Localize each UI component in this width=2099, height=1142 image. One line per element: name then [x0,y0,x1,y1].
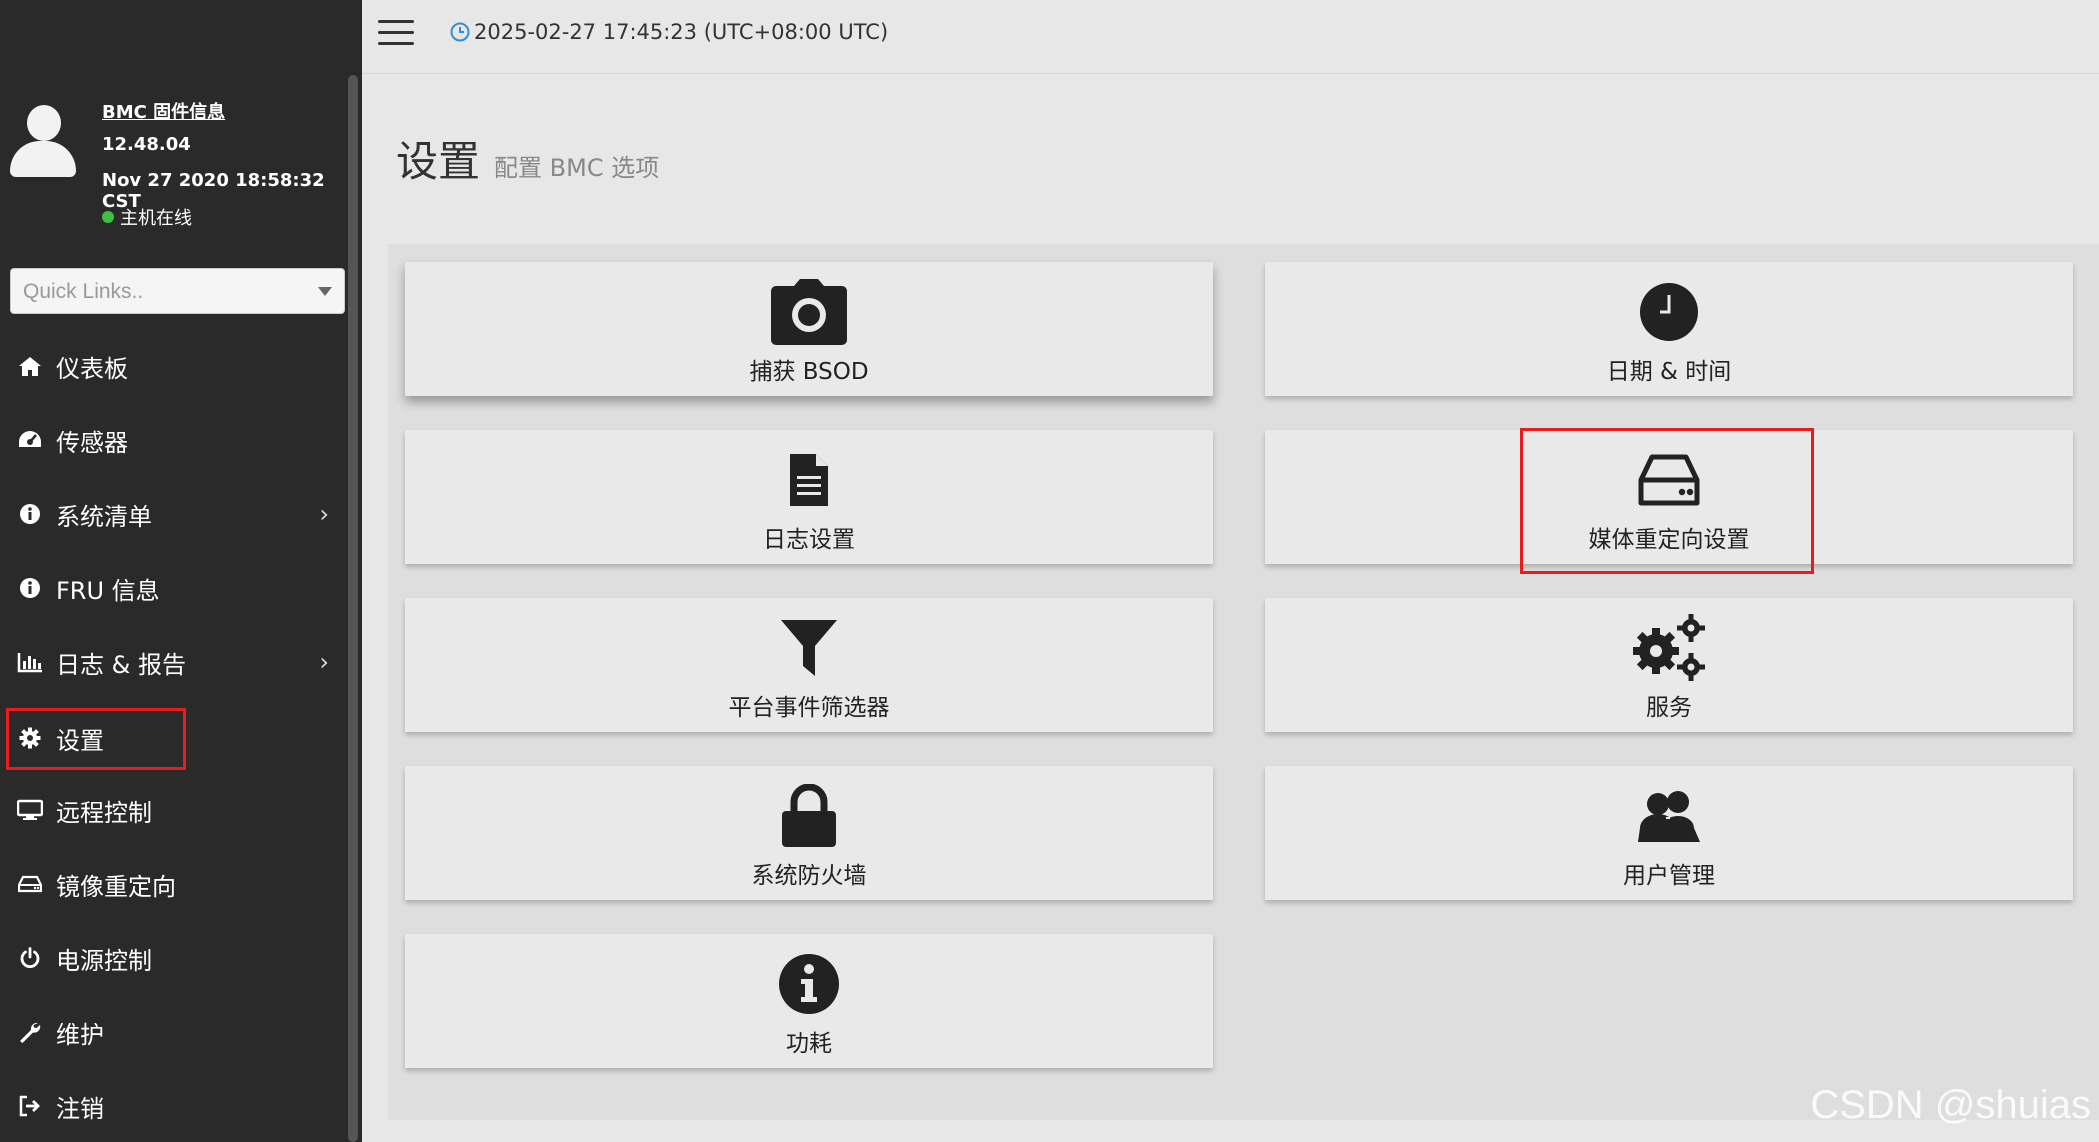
sidebar-item-label: 日志 & 报告 [56,650,186,679]
camera-icon [770,276,848,348]
tile-platform-event-filter[interactable]: 平台事件筛选器 [405,598,1213,732]
server-datetime: 2025-02-27 17:45:23 (UTC+08:00 UTC) [450,20,888,44]
sidebar-item-label: 电源控制 [56,946,152,975]
sidebar-item-remote-control[interactable]: 远程控制 [0,780,345,840]
tile-system-firewall[interactable]: 系统防火墙 [405,766,1213,900]
datetime-text: 2025-02-27 17:45:23 (UTC+08:00 UTC) [474,20,889,44]
tile-power-consumption[interactable]: 功耗 [405,934,1213,1068]
quick-links-placeholder: Quick Links.. [23,280,144,303]
sidebar-item-logs-reports[interactable]: 日志 & 报告 › [0,632,345,692]
filter-icon [780,612,838,684]
sidebar-item-label: 镜像重定向 [56,872,176,901]
bmc-web-ui: BMC 固件信息 12.48.04 Nov 27 2020 18:58:32 C… [0,0,2099,1142]
tile-label: 日期 & 时间 [1606,359,1732,385]
tile-label: 用户管理 [1623,863,1715,889]
file-text-icon [788,444,830,516]
firmware-info-panel: BMC 固件信息 12.48.04 Nov 27 2020 18:58:32 C… [0,90,345,240]
settings-panel: 捕获 BSOD 日期 & 时间 日志设置 媒体重定向设置 平台事件筛选器 服务 … [388,244,2099,1120]
hamburger-icon[interactable] [378,20,414,46]
monitor-icon [16,796,44,824]
tile-label: 日志设置 [763,527,855,553]
clock-icon [450,22,470,42]
sidebar-item-logout[interactable]: 注销 [0,1076,345,1136]
bar-chart-icon [16,648,44,676]
chevron-right-icon: › [319,500,329,528]
sidebar-item-settings[interactable]: 设置 [0,708,345,770]
sidebar-item-sensors[interactable]: 传感器 [0,410,345,470]
users-icon [1636,780,1702,852]
chevron-right-icon: › [319,648,329,676]
tile-label: 服务 [1646,695,1692,721]
chevron-down-icon [318,287,332,296]
hdd-icon [16,870,44,898]
clock-icon [1639,276,1699,348]
page-subtitle: 配置 BMC 选项 [494,154,660,182]
gear-icon [16,724,44,752]
page-header: 设置 配置 BMC 选项 [396,128,659,189]
info-icon [16,574,44,602]
sidebar-item-power-control[interactable]: 电源控制 [0,928,345,988]
sidebar-item-label: FRU 信息 [56,576,160,605]
tile-media-redirection-settings[interactable]: 媒体重定向设置 [1265,428,2073,574]
sidebar-item-image-redirection[interactable]: 镜像重定向 [0,854,345,914]
sidebar-item-label: 系统清单 [56,502,152,531]
lock-icon [781,780,837,852]
sidebar-item-label: 远程控制 [56,798,152,827]
quick-links-select[interactable]: Quick Links.. [10,268,345,314]
tile-label: 媒体重定向设置 [1588,527,1750,553]
sign-out-icon [16,1092,44,1120]
tile-capture-bsod[interactable]: 捕获 BSOD [405,262,1213,396]
wrench-icon [16,1018,44,1046]
tile-label: 系统防火墙 [751,863,867,889]
host-status-label: 主机在线 [120,208,192,229]
sidebar-item-fru-info[interactable]: FRU 信息 [0,558,345,618]
power-icon [16,944,44,972]
sidebar-item-dashboard[interactable]: 仪表板 [0,336,345,396]
top-bar: 2025-02-27 17:45:23 (UTC+08:00 UTC) [362,0,2099,74]
host-status: 主机在线 [102,204,192,230]
sidebar-item-maintenance[interactable]: 维护 [0,1002,345,1062]
tile-label: 功耗 [786,1031,832,1057]
sidebar-item-system-inventory[interactable]: 系统清单 › [0,484,345,544]
tile-log-settings[interactable]: 日志设置 [405,430,1213,564]
tile-services[interactable]: 服务 [1265,598,2073,732]
watermark: CSDN @shuias [1810,1083,2091,1127]
sidebar: BMC 固件信息 12.48.04 Nov 27 2020 18:58:32 C… [0,0,362,1142]
status-dot-icon [102,211,114,223]
sidebar-item-label: 传感器 [56,428,128,457]
sidebar-item-label: 注销 [56,1094,104,1123]
info-icon [16,500,44,528]
tile-user-management[interactable]: 用户管理 [1265,766,2073,900]
firmware-version: 12.48.04 [102,134,191,155]
tile-label: 捕获 BSOD [749,359,869,385]
hdd-icon [1638,444,1700,516]
user-avatar-icon [10,105,76,177]
dashboard-gauge-icon [16,426,44,454]
sidebar-item-label: 仪表板 [56,354,128,383]
sidebar-item-label: 维护 [56,1020,104,1049]
home-icon [16,352,44,380]
sidebar-scrollbar[interactable] [348,75,358,1142]
tile-label: 平台事件筛选器 [728,695,890,721]
sidebar-item-label: 设置 [56,726,104,755]
firmware-info-link[interactable]: BMC 固件信息 [102,98,225,124]
info-circle-icon [778,948,840,1020]
gears-icon [1630,612,1708,684]
page-title: 设置 [396,137,481,186]
tile-date-time[interactable]: 日期 & 时间 [1265,262,2073,396]
